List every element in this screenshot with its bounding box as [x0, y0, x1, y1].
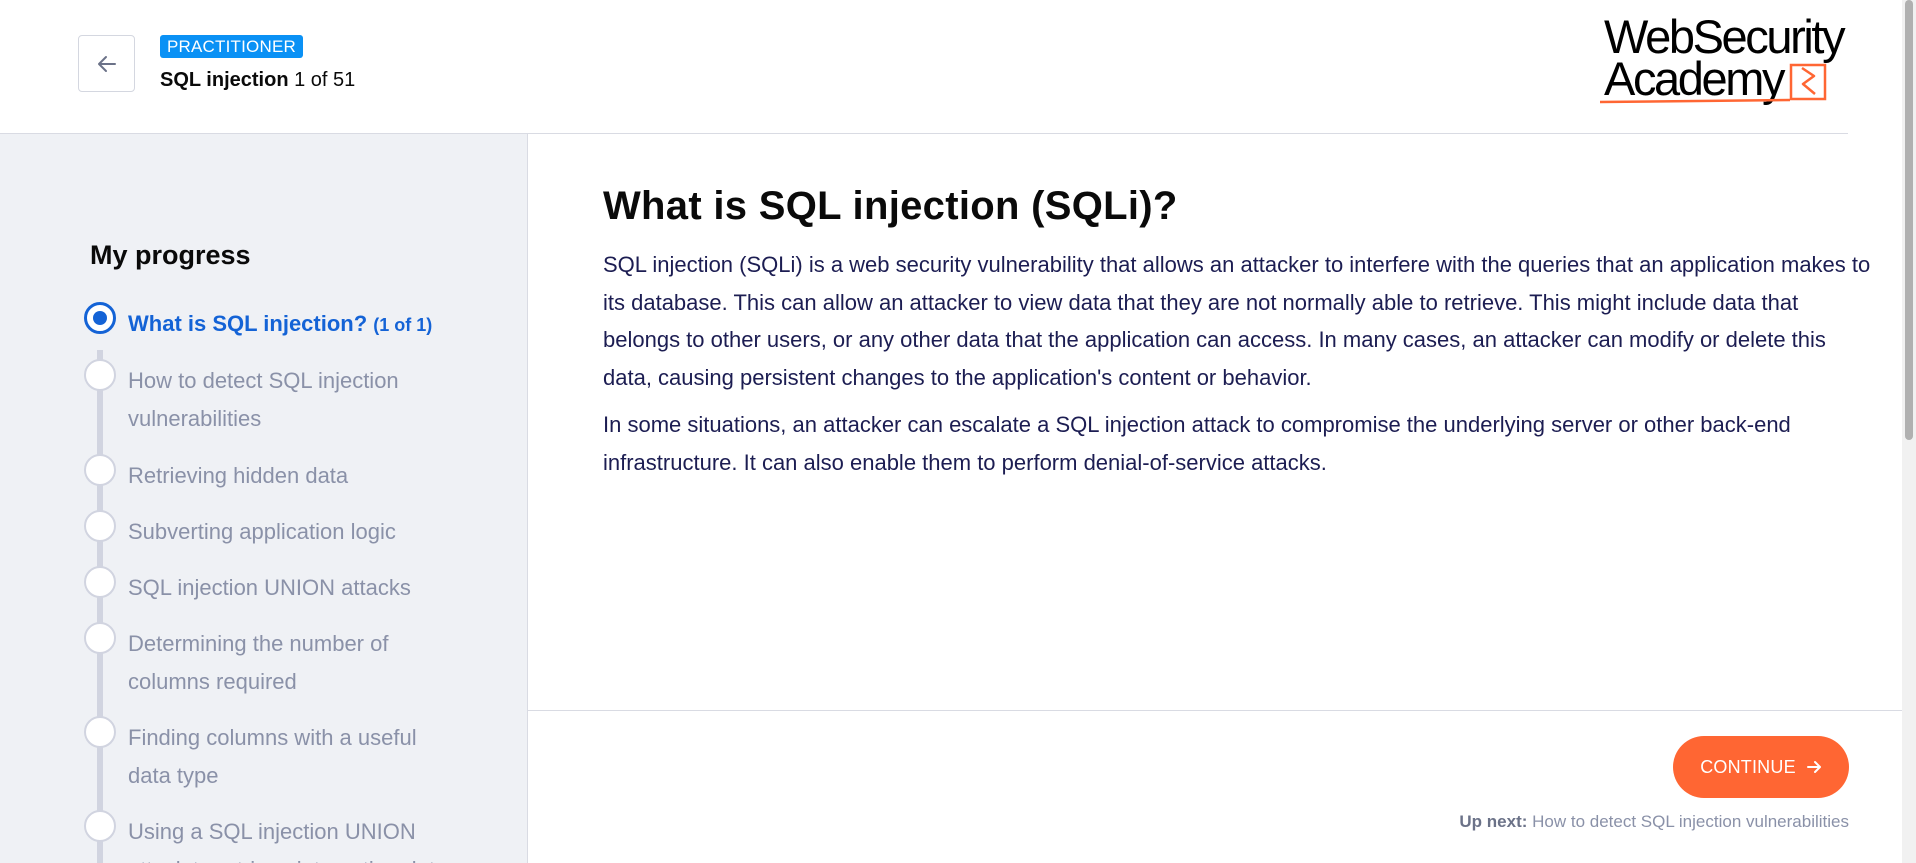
- arrow-left-icon: [97, 55, 116, 72]
- course-progress: 1 of 51: [294, 69, 356, 91]
- course-title: SQL injection 1 of 51: [160, 68, 355, 92]
- level-badge: PRACTITIONER: [160, 35, 303, 58]
- arrow-right-icon: [1806, 761, 1821, 773]
- main-content: What is SQL injection (SQLi)? SQL inject…: [528, 134, 1902, 863]
- footer-divider: [528, 710, 1902, 711]
- sidebar-item-count: (1 of 1): [373, 315, 433, 335]
- back-button[interactable]: [78, 35, 135, 92]
- step-indicator-icon: [84, 359, 116, 391]
- sidebar-item-text: What is SQL injection?: [128, 311, 368, 336]
- sidebar-item-label: Using a SQL injection UNION attack to re…: [128, 819, 447, 863]
- logo-mark-icon: [1600, 63, 1827, 104]
- paragraph-escalation: In some situations, an attacker can esca…: [603, 412, 1791, 475]
- step-indicator-icon: [84, 454, 116, 486]
- web-security-academy-logo[interactable]: WebSecurity Academy: [1600, 13, 1850, 106]
- step-indicator-icon: [84, 622, 116, 654]
- step-indicator-icon: [84, 810, 116, 842]
- progress-rail: [97, 350, 103, 863]
- step-indicator-icon: [84, 566, 116, 598]
- sidebar-item-label: How to detect SQL injection vulnerabilit…: [128, 368, 399, 431]
- progress-sidebar: My progress What is SQL injection? (1 of…: [0, 134, 528, 863]
- up-next-label: Up next:: [1459, 812, 1528, 831]
- step-indicator-icon: [84, 302, 116, 334]
- scrollbar-thumb[interactable]: [1905, 0, 1913, 440]
- sidebar-item-label: SQL injection UNION attacks: [128, 575, 411, 600]
- sidebar-item-label: Determining the number of columns requir…: [128, 631, 389, 694]
- sidebar-item-label: What is SQL injection? (1 of 1): [128, 305, 458, 344]
- sidebar-title: My progress: [90, 240, 251, 270]
- continue-button[interactable]: CONTINUE: [1673, 736, 1849, 798]
- up-next: Up next: How to detect SQL injection vul…: [1459, 812, 1849, 832]
- page-title: What is SQL injection (SQLi)?: [603, 184, 1178, 228]
- page-scrollbar[interactable]: [1902, 0, 1916, 863]
- step-indicator-icon: [84, 716, 116, 748]
- page-header: PRACTITIONER SQL injection 1 of 51 WebSe…: [0, 0, 1916, 134]
- sidebar-item-label: Retrieving hidden data: [128, 463, 349, 488]
- sidebar-item-label: Subverting application logic: [128, 519, 396, 544]
- continue-button-label: CONTINUE: [1700, 756, 1796, 777]
- sidebar-item-label: Finding columns with a useful data type: [128, 725, 417, 788]
- paragraph-intro: SQL injection (SQLi) is a web security v…: [603, 252, 1871, 390]
- up-next-link[interactable]: How to detect SQL injection vulnerabilit…: [1532, 812, 1849, 831]
- course-name: SQL injection: [160, 69, 289, 91]
- step-indicator-icon: [84, 510, 116, 542]
